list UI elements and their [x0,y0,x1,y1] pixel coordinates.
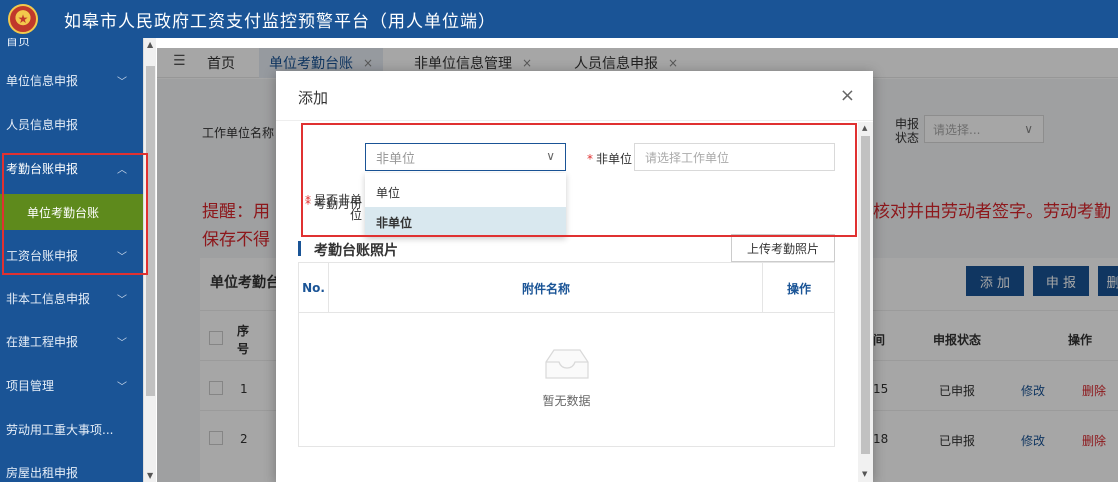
close-icon[interactable]: × [840,85,855,106]
sidebar-item-construction[interactable]: 在建工程申报 ﹀ [0,321,143,361]
scroll-up-icon[interactable]: ▲ [147,40,153,49]
empty-box-icon [545,349,589,379]
dialog-scrollbar[interactable]: ▲ ▼ [858,122,873,482]
sidebar-item-unit-info[interactable]: 单位信息申报 ﹀ [0,60,143,100]
annotation-highlight-box [301,123,857,237]
dialog-header: 添加 × [276,71,873,121]
scroll-up-icon[interactable]: ▲ [862,124,867,132]
top-header: ★ 如皋市人民政府工资支付监控预警平台（用人单位端） [0,0,1118,38]
sidebar-item-label: 房屋出租申报 [6,465,79,480]
sidebar-item-home[interactable]: 首页 [0,38,143,60]
column-header-no: No. [299,263,329,313]
sidebar-item-label: 劳动用工重大事项... [6,422,114,437]
header-line: N [302,281,313,295]
attachment-table: No. 附件名称 操作 暂无数据 [298,262,835,447]
app-title: 如皋市人民政府工资支付监控预警平台（用人单位端） [64,11,496,32]
sidebar-item-label: 首页 [6,38,31,48]
chevron-down-icon: ﹀ [117,77,127,88]
column-header-name: 附件名称 [330,263,763,313]
empty-text: 暂无数据 [542,394,591,408]
national-emblem-icon: ★ [8,4,38,34]
sidebar-item-person-info[interactable]: 人员信息申报 [0,104,143,144]
column-header-op: 操作 [786,281,811,296]
scroll-down-icon[interactable]: ▼ [147,471,153,480]
attachment-table-header: No. 附件名称 操作 [299,263,834,313]
sidebar-item-label: 人员信息申报 [6,117,79,132]
sidebar-item-label: 在建工程申报 [6,334,79,349]
sidebar-item-label: 单位信息申报 [6,73,79,88]
section-title: 考勤台账照片 [314,243,398,259]
add-dialog: 添加 × * 是否非单位 非单位 ∨ * 非单位 请选择工作单位 * 考勤月份 考勤台… [276,71,873,482]
sidebar-item-label: 非本工信息申报 [6,291,91,306]
sidebar-item-major-events[interactable]: 劳动用工重大事项... [0,409,143,449]
sidebar-item-non-local[interactable]: 非本工信息申报 ﹀ [0,278,143,318]
chevron-down-icon: ﹀ [117,338,127,349]
section-accent [298,241,301,256]
dialog-title: 添加 [298,89,329,107]
scroll-down-icon[interactable]: ▼ [862,470,867,478]
upload-photo-button[interactable]: 上传考勤照片 [731,234,835,262]
scrollbar-thumb[interactable] [861,136,870,454]
sidebar-item-rental[interactable]: 房屋出租申报 [0,452,143,482]
annotation-highlight-box [2,153,148,275]
sidebar-item-label: 项目管理 [6,378,55,393]
chevron-down-icon: ﹀ [117,295,127,306]
sidebar-item-project[interactable]: 项目管理 ﹀ [0,365,143,405]
header-line: o. [312,281,325,295]
chevron-down-icon: ﹀ [117,382,127,393]
